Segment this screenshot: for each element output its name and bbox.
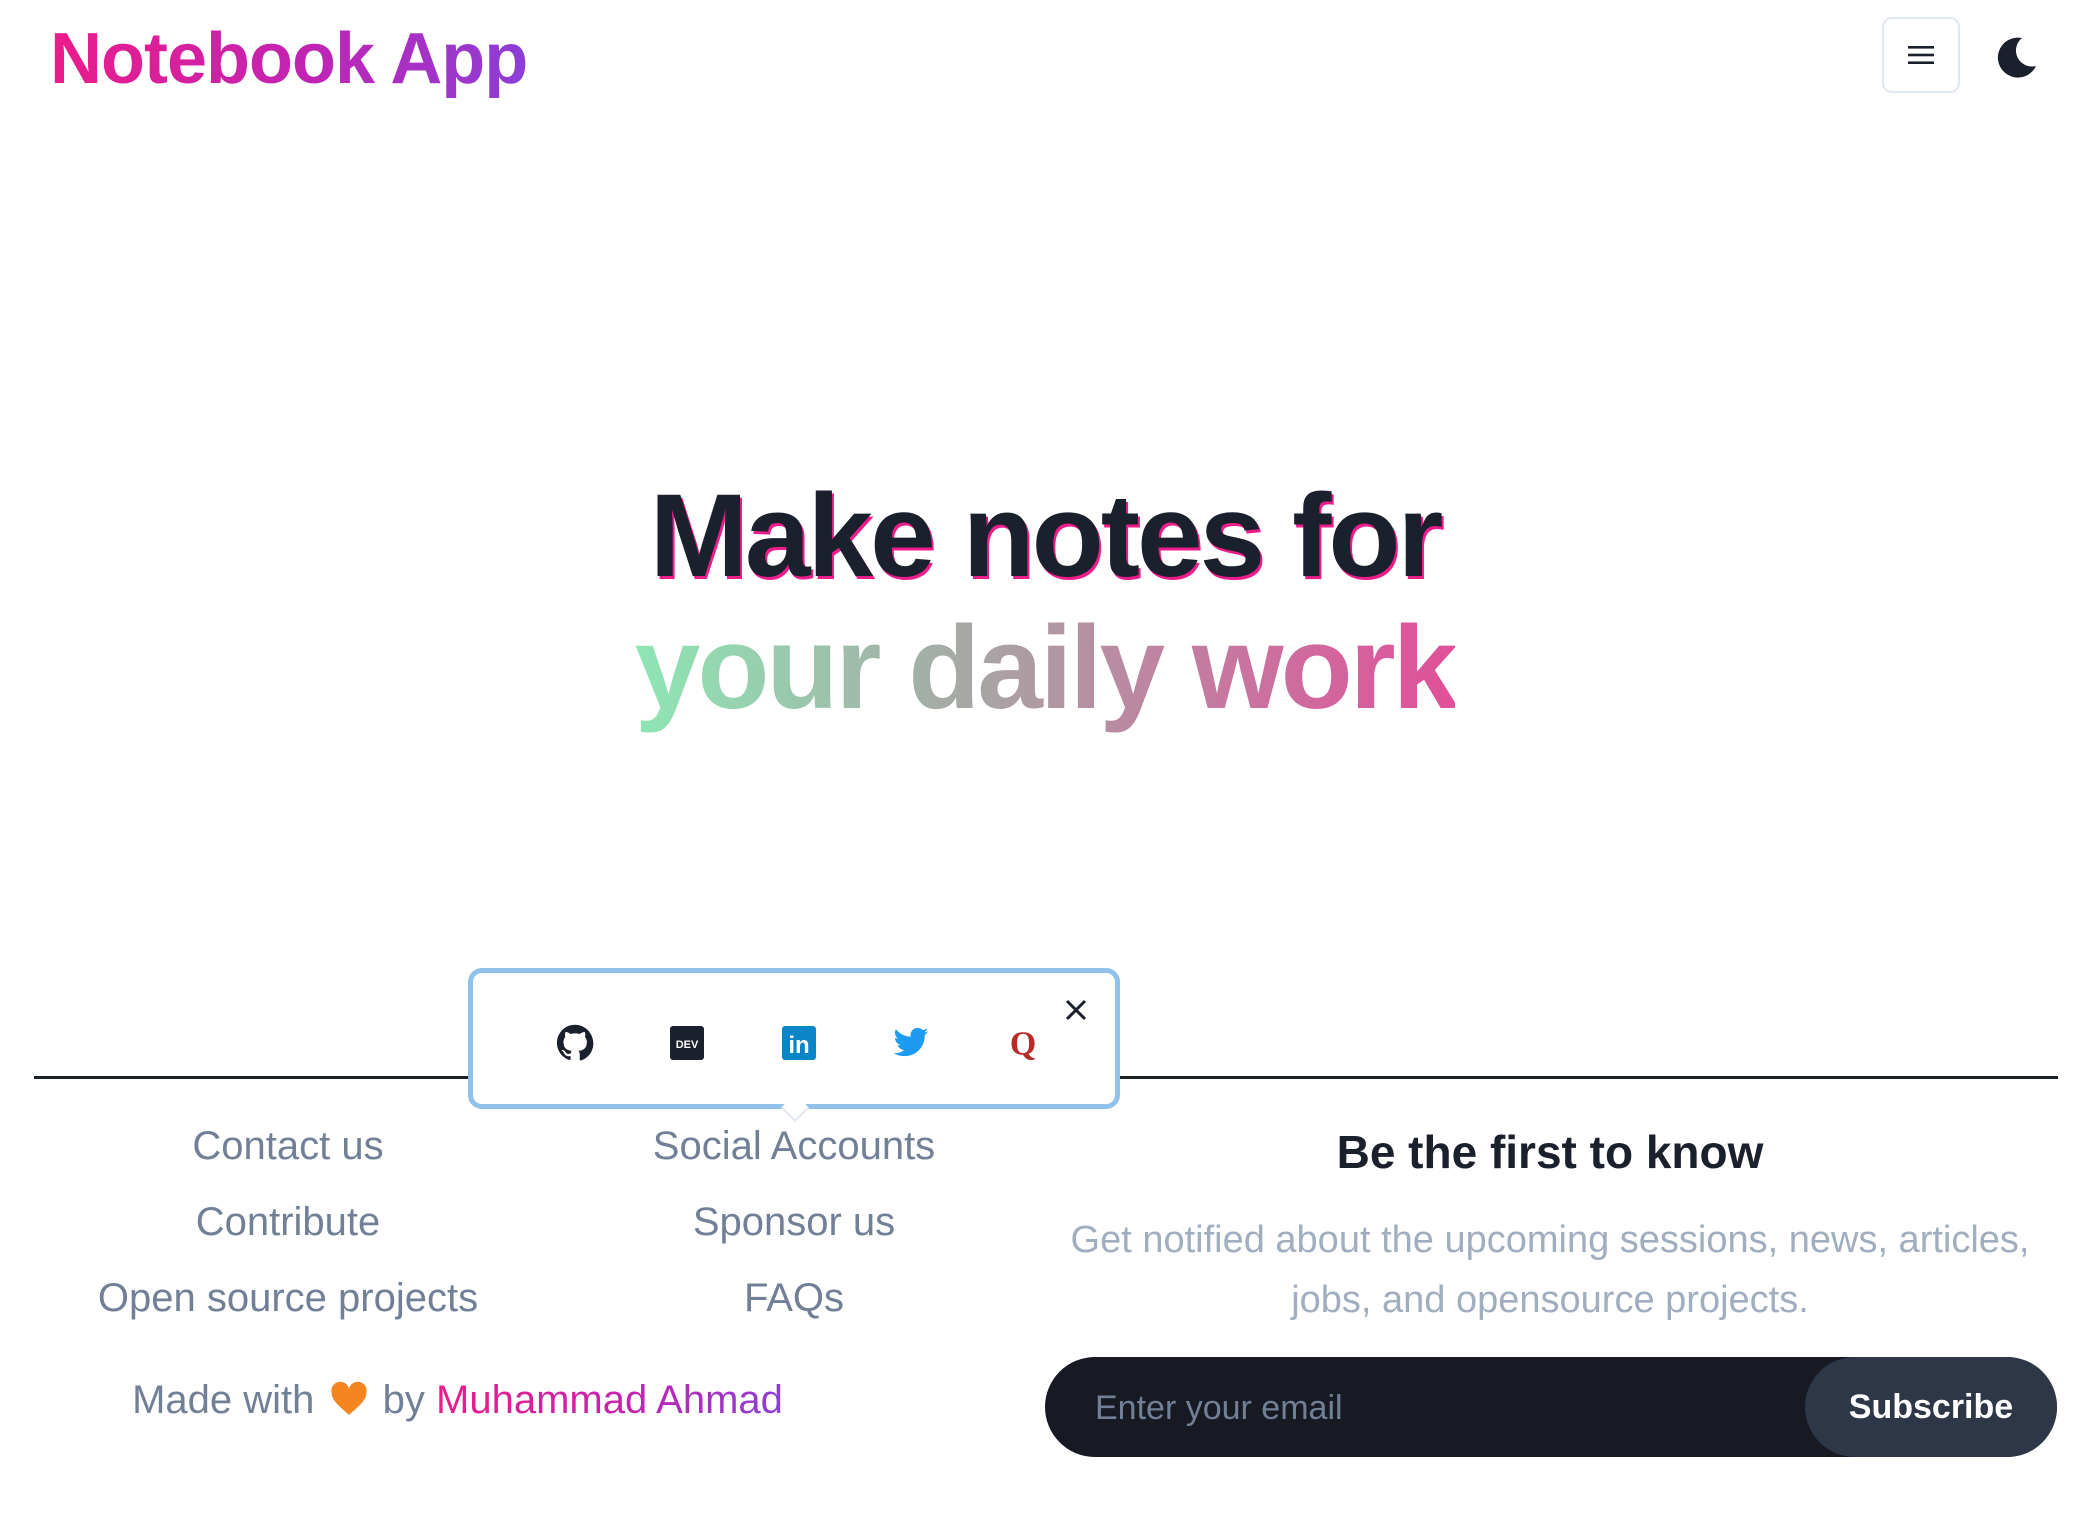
made-with-by: by — [382, 1378, 425, 1422]
moon-icon — [1997, 37, 2036, 78]
contribute-link[interactable]: Contribute — [60, 1200, 516, 1245]
social-accounts-link[interactable]: Social Accounts — [566, 1124, 1022, 1169]
dev-icon[interactable]: DEV — [667, 1023, 707, 1063]
contact-us-link[interactable]: Contact us — [60, 1124, 516, 1169]
subscribe-form: Subscribe — [1045, 1357, 2057, 1459]
dev-icon-text: DEV — [676, 1039, 699, 1051]
newsletter-text-line-2: jobs, and opensource projects. — [1291, 1279, 1809, 1321]
newsletter-text-line-1: Get notified about the upcoming sessions… — [1070, 1219, 2030, 1261]
made-with-credit: Made with by Muhammad Ahmad — [120, 1378, 795, 1423]
menu-button[interactable] — [1882, 17, 1960, 93]
close-icon[interactable] — [1061, 995, 1091, 1025]
quora-icon[interactable]: Q — [1003, 1023, 1043, 1063]
header: Notebook App — [0, 0, 2090, 130]
open-source-projects-link[interactable]: Open source projects — [60, 1276, 516, 1321]
linkedin-icon-text: in — [788, 1032, 809, 1059]
hero-line-2: your daily work — [634, 602, 1459, 734]
newsletter-title: Be the first to know — [1336, 1126, 1764, 1178]
theme-toggle-button[interactable] — [1992, 32, 2042, 82]
orange-heart-icon — [330, 1381, 368, 1417]
footer-links-col-2: Social Accounts Sponsor us FAQs — [566, 1124, 1022, 1364]
email-input[interactable] — [1093, 1357, 1797, 1459]
newsletter-description: Get notified about the upcoming sessions… — [1050, 1210, 2050, 1330]
hero-line-1: Make notes for — [649, 470, 1444, 602]
quora-icon-text: Q — [1010, 1026, 1036, 1061]
subscribe-button[interactable]: Subscribe — [1805, 1357, 2057, 1457]
brand-logo[interactable]: Notebook App — [50, 12, 528, 106]
github-icon[interactable] — [555, 1023, 595, 1063]
popover-arrow — [780, 1093, 810, 1123]
hero-heading: Make notes for your daily work — [0, 470, 2090, 734]
made-with-prefix: Made with — [132, 1378, 315, 1422]
faqs-link[interactable]: FAQs — [566, 1276, 1022, 1321]
footer-links-col-1: Contact us Contribute Open source projec… — [60, 1124, 516, 1364]
twitter-icon[interactable] — [891, 1023, 931, 1063]
hamburger-icon — [1908, 46, 1934, 64]
author-link[interactable]: Muhammad Ahmad — [436, 1378, 783, 1422]
sponsor-us-link[interactable]: Sponsor us — [566, 1200, 1022, 1245]
linkedin-icon[interactable]: in — [779, 1023, 819, 1063]
social-popover: DEV in Q — [468, 968, 1120, 1123]
